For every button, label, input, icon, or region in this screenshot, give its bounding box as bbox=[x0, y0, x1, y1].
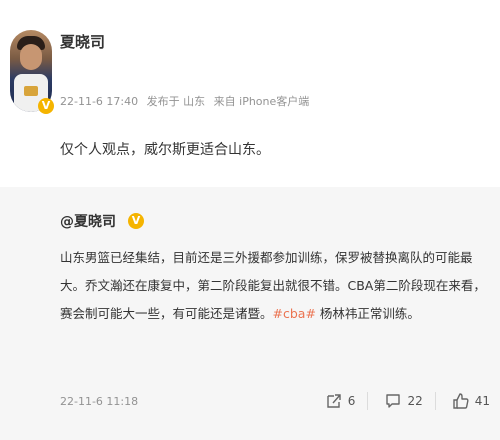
repost-text: 山东男篮已经集结，目前还是三外援都参加训练，保罗被替换离队的可能最大。乔文瀚还在… bbox=[60, 244, 490, 328]
avatar-jersey-logo bbox=[24, 86, 38, 96]
post-meta: 22-11-6 17:40 发布于 山东 来自 iPhone客户端 bbox=[60, 93, 314, 109]
repost-verified-badge-icon: V bbox=[128, 213, 144, 229]
repost-time[interactable]: 22-11-6 11:18 bbox=[60, 395, 138, 408]
post-location: 发布于 山东 bbox=[146, 95, 206, 108]
reposted-content[interactable]: @夏晓司 V 山东男篮已经集结，目前还是三外援都参加训练，保罗被替换离队的可能最… bbox=[0, 187, 500, 440]
post-time[interactable]: 22-11-6 17:40 bbox=[60, 95, 138, 108]
post-text: 仅个人观点，威尔斯更适合山东。 bbox=[60, 142, 270, 158]
comment-icon bbox=[386, 394, 401, 408]
repost-mention[interactable]: @夏晓司 bbox=[60, 211, 116, 231]
original-post: V 夏晓司 22-11-6 17:40 发布于 山东 来自 iPhone客户端 … bbox=[0, 0, 500, 187]
comment-button[interactable]: 22 bbox=[384, 392, 423, 410]
verified-badge-icon: V bbox=[38, 98, 54, 114]
hashtag-link[interactable]: #cba# bbox=[273, 306, 316, 321]
username[interactable]: 夏晓司 bbox=[60, 31, 105, 52]
repost-actions: 6 22 41 bbox=[309, 390, 490, 412]
comment-count: 22 bbox=[407, 394, 423, 408]
like-button[interactable]: 41 bbox=[452, 392, 490, 410]
share-count: 6 bbox=[347, 394, 356, 408]
repost-author[interactable]: @夏晓司 bbox=[60, 214, 116, 230]
thumbs-up-icon bbox=[453, 393, 469, 409]
action-divider bbox=[434, 392, 436, 410]
post-source: 来自 iPhone客户端 bbox=[213, 95, 310, 108]
repost-text-tail: 杨林祎正常训练。 bbox=[315, 306, 420, 321]
like-count: 41 bbox=[474, 394, 490, 408]
action-divider bbox=[367, 392, 369, 410]
share-icon bbox=[327, 394, 341, 408]
share-button[interactable]: 6 bbox=[325, 392, 356, 410]
avatar-face bbox=[20, 44, 42, 70]
